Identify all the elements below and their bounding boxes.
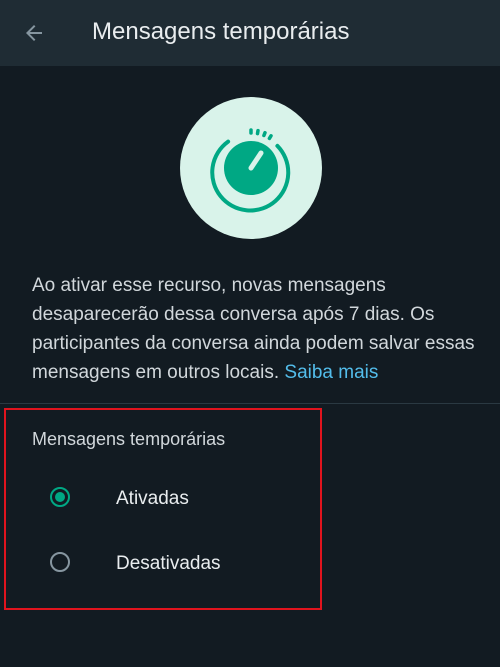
back-button[interactable] <box>14 13 54 53</box>
description-text: Ao ativar esse recurso, novas mensagens … <box>32 271 482 387</box>
option-label-ativadas: Ativadas <box>116 488 189 509</box>
option-label-desativadas: Desativadas <box>116 553 221 574</box>
learn-more-link[interactable]: Saiba mais <box>284 362 378 383</box>
arrow-left-icon <box>26 25 42 41</box>
radio-unchecked-icon[interactable] <box>50 552 70 572</box>
description-body: Ao ativar esse recurso, novas mensagens … <box>32 275 475 383</box>
page-title: Mensagens temporárias <box>92 18 350 45</box>
radio-checked-icon[interactable] <box>50 487 70 507</box>
option-ativadas[interactable]: Ativadas <box>20 471 316 527</box>
divider <box>0 403 500 404</box>
setting-title: Mensagens temporárias <box>32 429 226 449</box>
app-bar: Mensagens temporárias <box>0 0 500 66</box>
option-desativadas[interactable]: Desativadas <box>20 536 316 592</box>
timer-illustration <box>180 97 322 239</box>
timer-icon <box>210 128 291 213</box>
